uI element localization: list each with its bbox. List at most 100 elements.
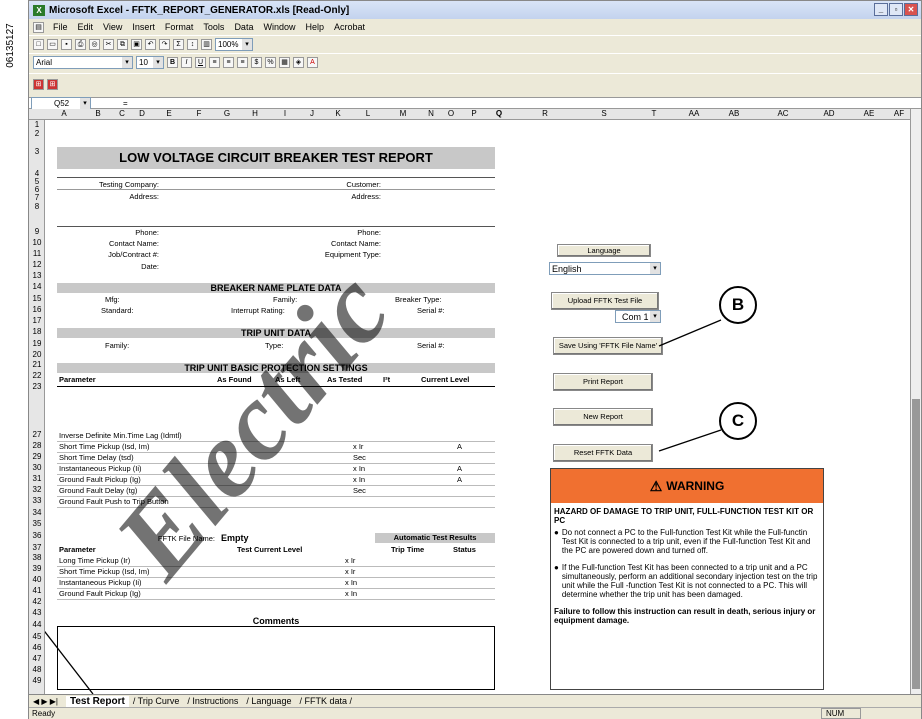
row-header[interactable]: 41 xyxy=(29,586,45,595)
row-header[interactable]: 30 xyxy=(29,463,45,472)
paste-icon[interactable]: ▣ xyxy=(131,39,142,50)
col-aa[interactable]: AA xyxy=(677,109,711,118)
col-h[interactable]: H xyxy=(241,109,269,118)
undo-icon[interactable]: ↶ xyxy=(145,39,156,50)
col-b[interactable]: B xyxy=(83,109,113,118)
menu-format[interactable]: Format xyxy=(164,22,195,32)
row-header[interactable]: 48 xyxy=(29,665,45,674)
fill-color-icon[interactable]: ◈ xyxy=(293,57,304,68)
tab-test-report[interactable]: Test Report xyxy=(65,695,129,707)
close-button[interactable]: ✕ xyxy=(904,3,918,16)
comments-box[interactable] xyxy=(57,626,495,690)
zoom-select[interactable]: 100% ▾ xyxy=(215,38,253,51)
upload-button[interactable]: Upload FFTK Test File xyxy=(551,292,659,310)
row-header[interactable]: 35 xyxy=(29,519,45,528)
row-header[interactable]: 46 xyxy=(29,643,45,652)
save-button[interactable]: Save Using 'FFTK File Name' xyxy=(553,337,663,355)
col-af[interactable]: AF xyxy=(889,109,909,118)
row-header[interactable]: 3 xyxy=(29,147,45,156)
save-icon[interactable]: ▪ xyxy=(61,39,72,50)
col-n[interactable]: N xyxy=(423,109,439,118)
col-o[interactable]: O xyxy=(439,109,463,118)
worksheet[interactable]: LOW VOLTAGE CIRCUIT BREAKER TEST REPORT … xyxy=(45,120,917,694)
doc-icon[interactable]: ▤ xyxy=(33,21,44,33)
font-color-icon[interactable]: A xyxy=(307,57,318,68)
row-header[interactable]: 33 xyxy=(29,496,45,505)
preview-icon[interactable]: ◎ xyxy=(89,39,100,50)
menu-edit[interactable]: Edit xyxy=(77,22,95,32)
col-ac[interactable]: AC xyxy=(757,109,809,118)
tab-fftk-data[interactable]: FFTK data xyxy=(304,696,347,706)
menu-insert[interactable]: Insert xyxy=(131,22,156,32)
col-t[interactable]: T xyxy=(631,109,677,118)
com-select[interactable]: Com 1 ▾ xyxy=(615,310,661,323)
row-header[interactable]: 44 xyxy=(29,620,45,629)
name-box[interactable]: Q52 ▾ xyxy=(31,96,91,110)
menu-help[interactable]: Help xyxy=(304,22,325,32)
row-header[interactable]: 9 xyxy=(29,227,45,236)
borders-icon[interactable]: ▦ xyxy=(279,57,290,68)
vertical-scrollbar[interactable] xyxy=(910,109,921,694)
menu-view[interactable]: View xyxy=(102,22,123,32)
col-d[interactable]: D xyxy=(131,109,153,118)
print-button[interactable]: Print Report xyxy=(553,373,653,391)
row-header[interactable]: 10 xyxy=(29,238,45,247)
currency-icon[interactable]: $ xyxy=(251,57,262,68)
row-header[interactable]: 14 xyxy=(29,282,45,291)
row-header[interactable]: 29 xyxy=(29,452,45,461)
row-header[interactable]: 18 xyxy=(29,327,45,336)
reset-button[interactable]: Reset FFTK Data xyxy=(553,444,653,462)
size-select[interactable]: 10 ▾ xyxy=(136,56,164,69)
row-header[interactable]: 31 xyxy=(29,474,45,483)
menu-data[interactable]: Data xyxy=(233,22,254,32)
row-header[interactable]: 16 xyxy=(29,305,45,314)
tab-trip-curve[interactable]: Trip Curve xyxy=(138,696,180,706)
col-e[interactable]: E xyxy=(153,109,185,118)
col-c[interactable]: C xyxy=(113,109,131,118)
row-header[interactable]: 15 xyxy=(29,294,45,303)
row-header[interactable]: 11 xyxy=(29,249,45,258)
new-icon[interactable]: □ xyxy=(33,39,44,50)
row-header[interactable]: 12 xyxy=(29,260,45,269)
row-header[interactable]: 34 xyxy=(29,508,45,517)
row-header[interactable]: 2 xyxy=(29,129,45,138)
sum-icon[interactable]: Σ xyxy=(173,39,184,50)
minimize-button[interactable]: _ xyxy=(874,3,888,16)
col-i[interactable]: I xyxy=(269,109,301,118)
tab-language[interactable]: Language xyxy=(251,696,291,706)
row-header[interactable]: 32 xyxy=(29,485,45,494)
align-left-icon[interactable]: ≡ xyxy=(209,57,220,68)
open-icon[interactable]: ▭ xyxy=(47,39,58,50)
bold-icon[interactable]: B xyxy=(167,57,178,68)
tab-nav-icon[interactable]: ◀ ▶ ▶| xyxy=(33,697,58,706)
col-s[interactable]: S xyxy=(577,109,631,118)
row-header[interactable]: 1 xyxy=(29,120,45,129)
menu-acrobat[interactable]: Acrobat xyxy=(333,22,366,32)
row-header[interactable]: 8 xyxy=(29,202,45,211)
align-right-icon[interactable]: ≡ xyxy=(237,57,248,68)
col-ae[interactable]: AE xyxy=(849,109,889,118)
menu-window[interactable]: Window xyxy=(262,22,296,32)
cut-icon[interactable]: ✂ xyxy=(103,39,114,50)
row-header[interactable]: 23 xyxy=(29,382,45,391)
print-icon[interactable]: ⎙ xyxy=(75,39,86,50)
redo-icon[interactable]: ↷ xyxy=(159,39,170,50)
col-a[interactable]: A xyxy=(45,109,83,118)
chart-icon[interactable]: ▥ xyxy=(201,39,212,50)
align-center-icon[interactable]: ≡ xyxy=(223,57,234,68)
pdf-icon[interactable]: ⊞ xyxy=(33,79,44,90)
pdf-mail-icon[interactable]: ⊞ xyxy=(47,79,58,90)
underline-icon[interactable]: U xyxy=(195,57,206,68)
restore-button[interactable]: ▫ xyxy=(889,3,903,16)
row-header[interactable]: 36 xyxy=(29,531,45,540)
col-l[interactable]: L xyxy=(353,109,383,118)
row-header[interactable]: 19 xyxy=(29,339,45,348)
language-select[interactable]: English ▾ xyxy=(549,262,661,275)
col-m[interactable]: M xyxy=(383,109,423,118)
row-header[interactable]: 28 xyxy=(29,441,45,450)
row-header[interactable]: 37 xyxy=(29,543,45,552)
col-f[interactable]: F xyxy=(185,109,213,118)
sort-icon[interactable]: ↕ xyxy=(187,39,198,50)
row-header[interactable]: 49 xyxy=(29,676,45,685)
copy-icon[interactable]: ⧉ xyxy=(117,39,128,50)
